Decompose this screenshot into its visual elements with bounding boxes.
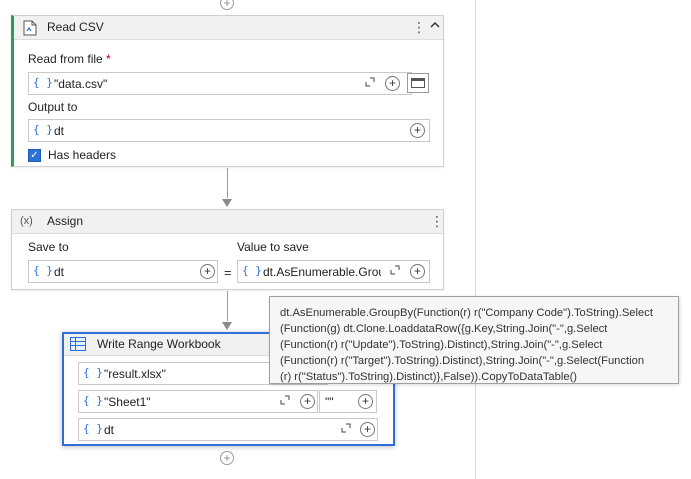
expression-brace-icon: { }: [83, 422, 103, 435]
panel-divider: [475, 0, 476, 479]
add-plus-icon[interactable]: +: [410, 264, 425, 279]
flow-connector: [227, 168, 228, 198]
expression-brace-icon: { }: [83, 366, 103, 379]
expand-editor-icon[interactable]: [280, 395, 290, 408]
read-csv-menu-icon[interactable]: ⋮: [412, 18, 426, 36]
add-activity-bottom-icon[interactable]: +: [220, 451, 234, 465]
add-plus-icon[interactable]: +: [410, 123, 425, 138]
csv-file-icon: [23, 20, 37, 39]
collapse-icon[interactable]: [429, 19, 441, 34]
add-activity-top-icon[interactable]: +: [220, 0, 234, 10]
required-mark: *: [106, 52, 111, 66]
variable-icon: (x): [20, 215, 33, 227]
save-to-value: dt: [54, 265, 65, 279]
data-table-input[interactable]: { } dt +: [78, 418, 378, 441]
expand-editor-icon[interactable]: [341, 423, 351, 436]
value-to-save-input[interactable]: { } dt.AsEnumerable.Grou +: [237, 260, 430, 283]
read-from-file-label: Read from file *: [28, 52, 111, 66]
sheet-name-value: "Sheet1": [104, 395, 151, 409]
start-cell-value: "": [325, 395, 334, 409]
write-range-title: Write Range Workbook: [97, 337, 221, 351]
read-from-file-value: "data.csv": [54, 77, 108, 91]
expression-brace-icon: { }: [33, 123, 53, 136]
workflow-canvas: + Read CSV ⋮ Read from file * { } "data.…: [0, 0, 475, 479]
expand-editor-icon[interactable]: [390, 265, 400, 278]
read-csv-activity[interactable]: Read CSV ⋮ Read from file * { } "data.cs…: [11, 15, 444, 167]
add-plus-icon[interactable]: +: [358, 394, 373, 409]
sheet-name-input[interactable]: { } "Sheet1" +: [78, 390, 318, 413]
arrow-down-icon: [222, 199, 232, 207]
add-plus-icon[interactable]: +: [300, 394, 315, 409]
flow-connector: [227, 291, 228, 321]
save-to-label: Save to: [28, 240, 69, 254]
table-icon: [70, 337, 86, 354]
expression-brace-icon: { }: [83, 394, 103, 407]
output-to-value: dt: [54, 124, 65, 138]
assign-menu-icon[interactable]: ⋮: [430, 212, 444, 230]
read-from-file-input[interactable]: { } "data.csv" +: [28, 72, 412, 95]
has-headers-checkbox[interactable]: ✓: [28, 149, 41, 162]
start-cell-input[interactable]: "" +: [319, 390, 377, 413]
expression-brace-icon: { }: [33, 264, 53, 277]
has-headers-label: Has headers: [48, 148, 117, 162]
add-plus-icon[interactable]: +: [200, 264, 215, 279]
output-to-label: Output to: [28, 100, 78, 114]
read-csv-title: Read CSV: [47, 20, 104, 34]
folder-icon: [411, 78, 425, 88]
browse-folder-button[interactable]: [407, 73, 429, 93]
output-to-input[interactable]: { } dt +: [28, 119, 430, 142]
assign-title: Assign: [47, 214, 84, 228]
expression-tooltip: dt.AsEnumerable.GroupBy(Function(r) r("C…: [269, 296, 679, 384]
value-to-save-value: dt.AsEnumerable.Grou: [263, 265, 381, 279]
read-csv-header[interactable]: Read CSV ⋮: [14, 16, 443, 40]
value-to-save-label: Value to save: [237, 240, 309, 254]
assign-header[interactable]: (x) Assign ⋮: [12, 210, 444, 234]
add-plus-icon[interactable]: +: [360, 422, 375, 437]
equals-sign: =: [224, 265, 232, 280]
data-table-value: dt: [104, 423, 115, 437]
expression-brace-icon: { }: [242, 264, 262, 277]
expand-editor-icon[interactable]: [365, 77, 375, 90]
assign-activity[interactable]: (x) Assign ⋮ Save to { } dt + = Value to…: [11, 209, 444, 290]
arrow-down-icon: [222, 322, 232, 330]
add-plus-icon[interactable]: +: [385, 76, 400, 91]
expression-brace-icon: { }: [33, 76, 53, 89]
save-to-input[interactable]: { } dt +: [28, 260, 218, 283]
